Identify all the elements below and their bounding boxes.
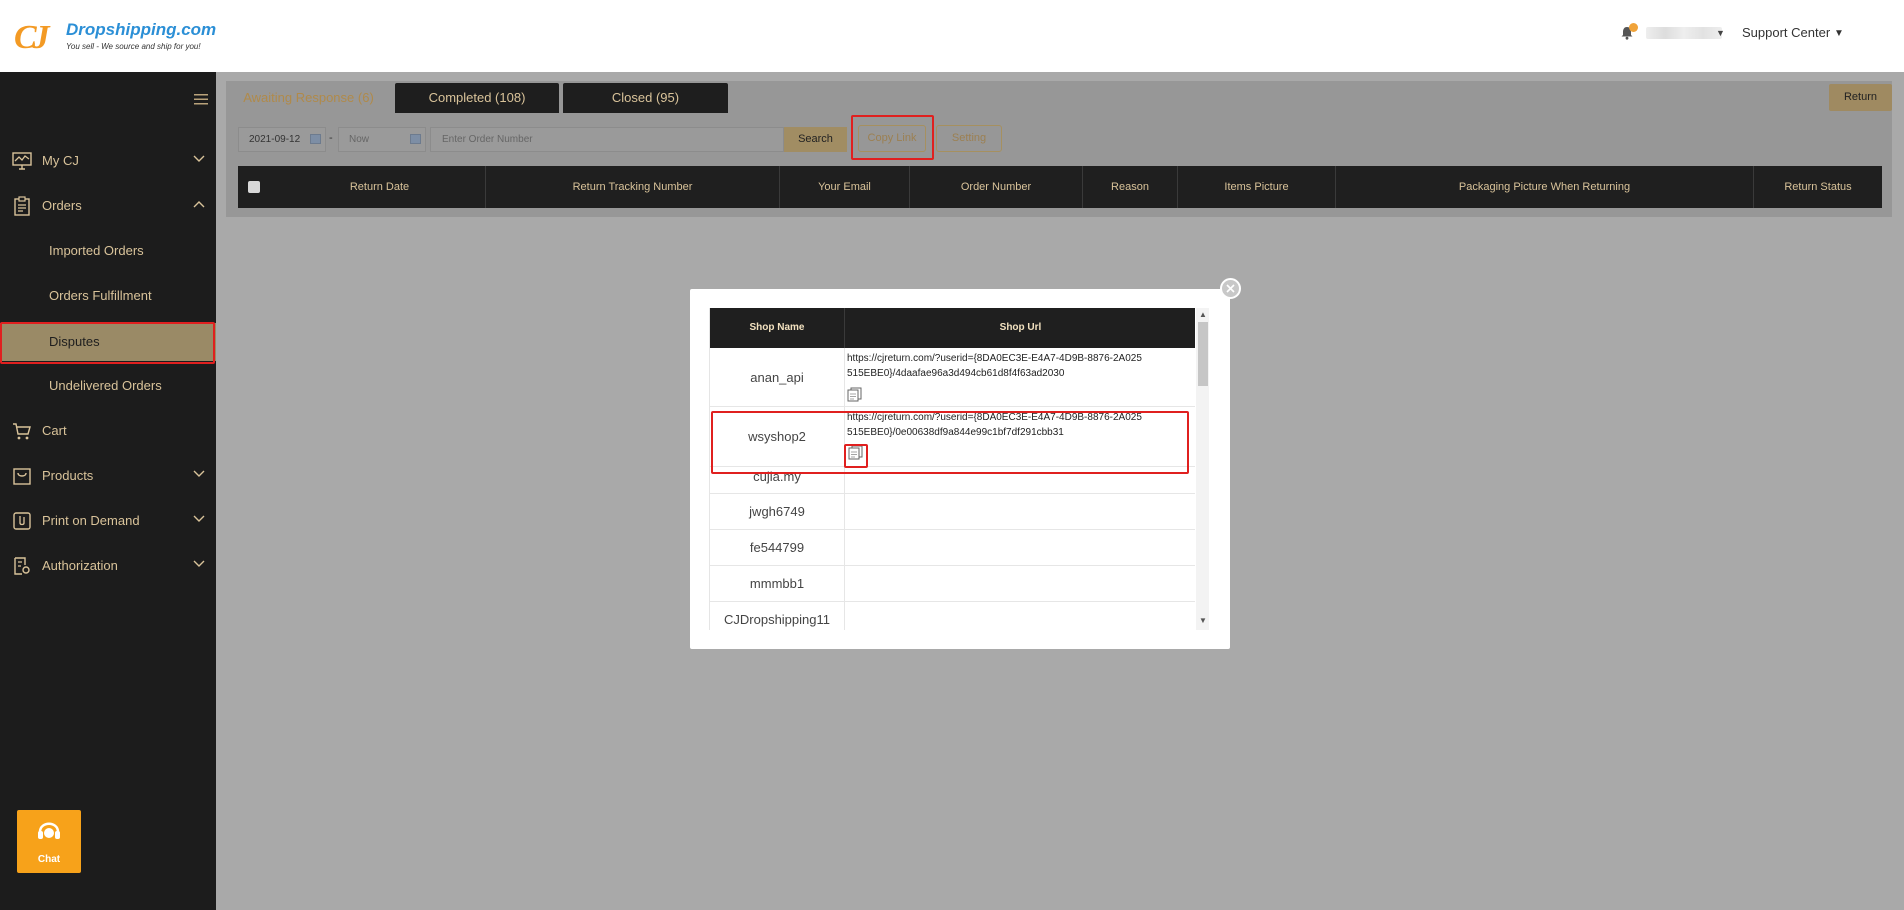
chat-button[interactable]: Chat — [17, 810, 81, 873]
sidebar-item-label: Products — [42, 468, 94, 483]
returns-table-header: Return Date Return Tracking Number Your … — [238, 166, 1882, 208]
shop-name: jwgh6749 — [710, 494, 845, 529]
column-header-shop-name: Shop Name — [710, 308, 845, 348]
column-header: Order Number — [910, 166, 1083, 208]
shop-name: fe544799 — [710, 530, 845, 565]
table-row: CJDropshipping11 — [710, 602, 1195, 630]
highlight-box-copy-icon — [844, 444, 868, 468]
sidebar-item-cart[interactable]: Cart — [0, 409, 216, 453]
tab-awaiting-response[interactable]: Awaiting Response (6) — [227, 83, 390, 113]
column-header: Packaging Picture When Returning — [1336, 166, 1754, 208]
sidebar-item-orders[interactable]: Orders — [0, 184, 216, 228]
order-number-input[interactable]: Enter Order Number — [430, 127, 784, 152]
sidebar: My CJ Orders Imported Orders Orders Fulf… — [0, 72, 216, 910]
return-button[interactable]: Return — [1829, 84, 1892, 111]
chat-label: Chat — [37, 854, 61, 865]
column-header: Your Email — [780, 166, 910, 208]
user-account-name[interactable] — [1646, 27, 1722, 39]
sidebar-item-print-on-demand[interactable]: Print on Demand — [0, 499, 216, 543]
cj-logo[interactable]: CJ Dropshipping.com You sell - We source… — [14, 18, 216, 58]
sidebar-item-label: Orders — [42, 198, 82, 213]
calendar-icon[interactable] — [410, 134, 421, 144]
logo-mark: CJ — [14, 19, 50, 56]
sidebar-item-my-cj[interactable]: My CJ — [0, 139, 216, 183]
modal-close-button[interactable] — [1220, 278, 1241, 299]
search-button[interactable]: Search — [784, 127, 847, 152]
logo-brand: Dropshipping.com — [66, 20, 217, 39]
sidebar-item-label: Cart — [42, 423, 67, 438]
setting-button[interactable]: Setting — [936, 125, 1002, 152]
top-header: CJ Dropshipping.com You sell - We source… — [0, 0, 1904, 72]
chevron-down-icon — [193, 560, 205, 567]
sidebar-item-imported-orders[interactable]: Imported Orders — [0, 229, 216, 273]
sidebar-item-products[interactable]: Products — [0, 454, 216, 498]
modal-scrollbar[interactable]: ▲ ▼ — [1196, 308, 1209, 630]
caret-down-icon[interactable]: ▼ — [1716, 28, 1725, 38]
chevron-down-icon — [193, 155, 205, 162]
start-date-input[interactable]: 2021-09-12 — [238, 127, 326, 152]
support-center-link[interactable]: Support Center — [1742, 25, 1830, 40]
sidebar-item-label: My CJ — [42, 153, 79, 168]
cart-icon — [13, 423, 31, 440]
paperclip-icon — [13, 512, 31, 530]
table-row: fe544799 — [710, 530, 1195, 566]
table-row: mmmbb1 — [710, 566, 1195, 602]
notification-badge — [1629, 23, 1638, 32]
column-header: Return Date — [274, 166, 486, 208]
end-date-input[interactable]: Now — [338, 127, 426, 152]
sidebar-item-label: Orders Fulfillment — [49, 288, 152, 303]
copy-icon[interactable] — [847, 387, 862, 402]
shop-url: https://cjreturn.com/?userid={8DA0EC3E-E… — [847, 353, 1142, 379]
sidebar-item-orders-fulfillment[interactable]: Orders Fulfillment — [0, 274, 216, 318]
column-header: Return Tracking Number — [486, 166, 780, 208]
monitor-chart-icon — [12, 152, 32, 170]
headset-icon — [38, 822, 60, 839]
scroll-up-arrow[interactable]: ▲ — [1199, 310, 1207, 319]
table-row: anan_api https://cjreturn.com/?userid={8… — [710, 348, 1195, 407]
sidebar-item-label: Authorization — [42, 558, 118, 573]
highlight-box-copy-link — [851, 115, 934, 160]
sidebar-item-label: Imported Orders — [49, 243, 144, 258]
tab-completed[interactable]: Completed (108) — [395, 83, 559, 113]
shop-name: mmmbb1 — [710, 566, 845, 601]
caret-down-icon[interactable]: ▼ — [1834, 28, 1844, 39]
column-header: Return Status — [1784, 181, 1852, 193]
end-date-placeholder: Now — [349, 134, 370, 145]
chevron-down-icon — [193, 470, 205, 477]
highlight-box-disputes — [0, 322, 215, 364]
bag-icon — [13, 468, 31, 485]
document-gear-icon — [14, 557, 30, 575]
date-separator: - — [329, 132, 333, 144]
select-all-checkbox[interactable] — [248, 181, 260, 193]
column-header-shop-url: Shop Url — [845, 308, 1195, 348]
column-header: Items Picture — [1178, 166, 1336, 208]
sidebar-item-label: Undelivered Orders — [49, 378, 162, 393]
shop-name: anan_api — [710, 348, 845, 406]
clipboard-icon — [14, 196, 30, 216]
tab-closed[interactable]: Closed (95) — [563, 83, 728, 113]
table-row: jwgh6749 — [710, 494, 1195, 530]
close-icon — [1226, 284, 1235, 293]
sidebar-item-label: Print on Demand — [42, 513, 140, 528]
calendar-icon[interactable] — [310, 134, 321, 144]
start-date-value: 2021-09-12 — [249, 134, 301, 145]
chevron-up-icon — [193, 201, 205, 208]
scroll-down-arrow[interactable]: ▼ — [1199, 616, 1207, 625]
menu-toggle-icon[interactable] — [194, 94, 208, 105]
sidebar-item-authorization[interactable]: Authorization — [0, 544, 216, 588]
shop-name: CJDropshipping11 — [710, 602, 845, 630]
chevron-down-icon — [193, 515, 205, 522]
sidebar-item-undelivered-orders[interactable]: Undelivered Orders — [0, 364, 216, 408]
column-header: Reason — [1083, 166, 1178, 208]
scroll-thumb[interactable] — [1198, 322, 1208, 386]
logo-tagline: You sell - We source and ship for you! — [66, 42, 201, 51]
highlight-box-wsyshop2-row — [711, 411, 1189, 474]
